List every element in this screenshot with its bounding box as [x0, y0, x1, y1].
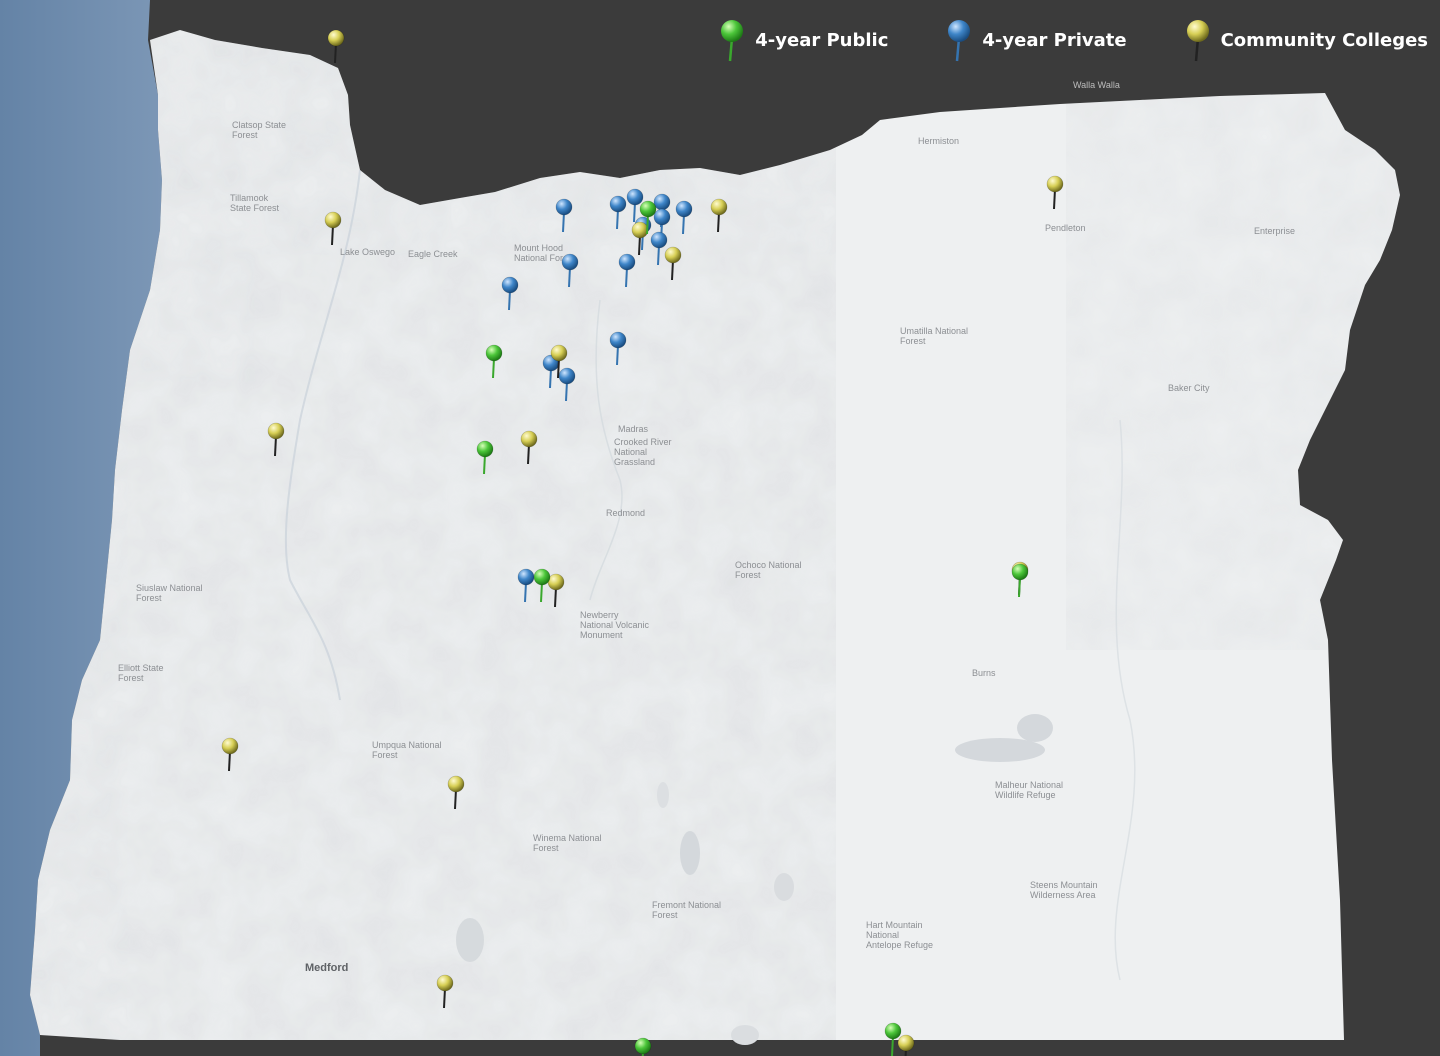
blue-pin-icon [675, 201, 692, 235]
label-pendleton: Pendleton [1045, 223, 1086, 233]
legend-label-public: 4-year Public [755, 29, 889, 51]
public-college-marker[interactable] [475, 440, 495, 474]
yellow-pin-icon [664, 246, 681, 280]
yellow-pin-icon [327, 29, 345, 64]
label-redmond: Redmond [606, 508, 646, 518]
public-college-marker[interactable] [532, 568, 552, 603]
label-baker-city: Baker City [1168, 383, 1210, 393]
label-enterprise: Enterprise [1254, 226, 1296, 236]
public-college-marker[interactable] [484, 344, 504, 379]
private-college-marker[interactable] [554, 198, 574, 232]
label-newberry: Newberry National Volcanic Monument [580, 610, 650, 640]
private-college-marker[interactable] [617, 253, 637, 288]
label-eagle-creek: Eagle Creek [408, 249, 458, 259]
blue-pin-icon [555, 198, 573, 232]
summer-lake [680, 831, 700, 875]
label-umatilla-forest: Umatilla National Forest [900, 326, 969, 346]
legend-label-private: 4-year Private [982, 29, 1127, 51]
blue-pin-icon [501, 276, 519, 311]
legend-label-community: Community Colleges [1220, 29, 1428, 51]
label-siuslaw-forest: Siuslaw National Forest [136, 583, 203, 603]
blue-pin-icon [610, 332, 627, 366]
legend: 4-year Public 4-year Private Community C… [717, 18, 1428, 62]
label-fremont-forest: Fremont National Forest [652, 900, 722, 920]
green-pin-icon [1011, 563, 1029, 598]
upper-klamath-lake [456, 918, 484, 962]
community-college-marker[interactable] [323, 211, 343, 245]
blue-pin-icon [948, 20, 971, 62]
public-college-marker[interactable] [883, 1022, 903, 1056]
label-elliott-forest: Elliott State Forest [118, 663, 164, 683]
label-malheur-refuge: Malheur National Wildlife Refuge [995, 780, 1064, 800]
map-background [0, 0, 1440, 1056]
label-medford: Medford [305, 962, 349, 974]
community-college-marker[interactable] [326, 29, 346, 64]
blue-pin-icon [610, 196, 627, 230]
community-college-marker[interactable] [519, 430, 539, 464]
community-college-marker[interactable] [663, 246, 683, 280]
label-madras: Madras [618, 424, 649, 434]
abert-lake [774, 873, 794, 901]
label-burns: Burns [972, 668, 996, 678]
yellow-pin-icon [1186, 20, 1209, 62]
yellow-pin-icon [325, 211, 342, 245]
yellow-pin-icon [221, 737, 239, 772]
label-ochoco-forest: Ochoco National Forest [735, 560, 802, 580]
label-hart-mountain: Hart Mountain National Antelope Refuge [866, 920, 934, 950]
community-college-marker[interactable] [709, 198, 729, 232]
yellow-pin-icon [710, 198, 728, 232]
label-umpqua-forest: Umpqua National Forest [372, 740, 442, 760]
green-pin-icon [634, 1037, 652, 1056]
community-college-marker[interactable] [1045, 175, 1065, 210]
yellow-pin-icon [268, 422, 285, 457]
community-college-marker[interactable] [446, 775, 466, 809]
community-college-marker[interactable] [549, 344, 569, 379]
green-pin-icon [534, 568, 551, 603]
label-tillamook-forest: Tillamook State Forest [230, 193, 280, 213]
label-crooked-river: Crooked River National Grassland [614, 437, 672, 467]
label-winema-forest: Winema National Forest [533, 833, 602, 853]
community-college-marker[interactable] [220, 737, 240, 772]
label-clatsop-forest: Clatsop State Forest [232, 120, 287, 140]
yellow-pin-icon [520, 430, 538, 464]
green-pin-icon [477, 440, 494, 474]
label-steens-mountain: Steens Mountain Wilderness Area [1030, 880, 1098, 900]
private-college-marker[interactable] [560, 253, 580, 288]
legend-item-private: 4-year Private [944, 18, 1127, 62]
legend-item-community: Community Colleges [1183, 18, 1428, 62]
blue-pin-icon [618, 253, 635, 288]
yellow-pin-icon [447, 775, 464, 809]
green-pin-icon [485, 344, 502, 379]
yellow-pin-icon [436, 974, 453, 1008]
private-college-marker[interactable] [608, 331, 628, 366]
legend-item-public: 4-year Public [717, 18, 888, 62]
label-hermiston: Hermiston [918, 136, 960, 146]
label-lake-oswego: Lake Oswego [340, 247, 396, 257]
private-college-marker[interactable] [608, 195, 628, 230]
blue-pin-icon [561, 253, 578, 288]
private-college-marker[interactable] [500, 276, 520, 311]
private-college-marker[interactable] [674, 200, 694, 235]
green-pin-icon [639, 201, 657, 235]
community-college-marker[interactable] [266, 422, 286, 457]
yellow-pin-icon [1046, 175, 1064, 210]
green-pin-icon [721, 20, 744, 62]
oregon-college-map: Medford Walla Walla Redmond Burns Madras… [0, 0, 1440, 1056]
community-college-marker[interactable] [435, 974, 455, 1008]
public-college-marker[interactable] [638, 200, 658, 235]
public-college-marker[interactable] [633, 1037, 653, 1056]
label-walla-walla: Walla Walla [1073, 80, 1120, 90]
green-pin-icon [884, 1022, 901, 1056]
yellow-pin-icon [550, 344, 567, 379]
public-college-marker[interactable] [1010, 563, 1030, 598]
